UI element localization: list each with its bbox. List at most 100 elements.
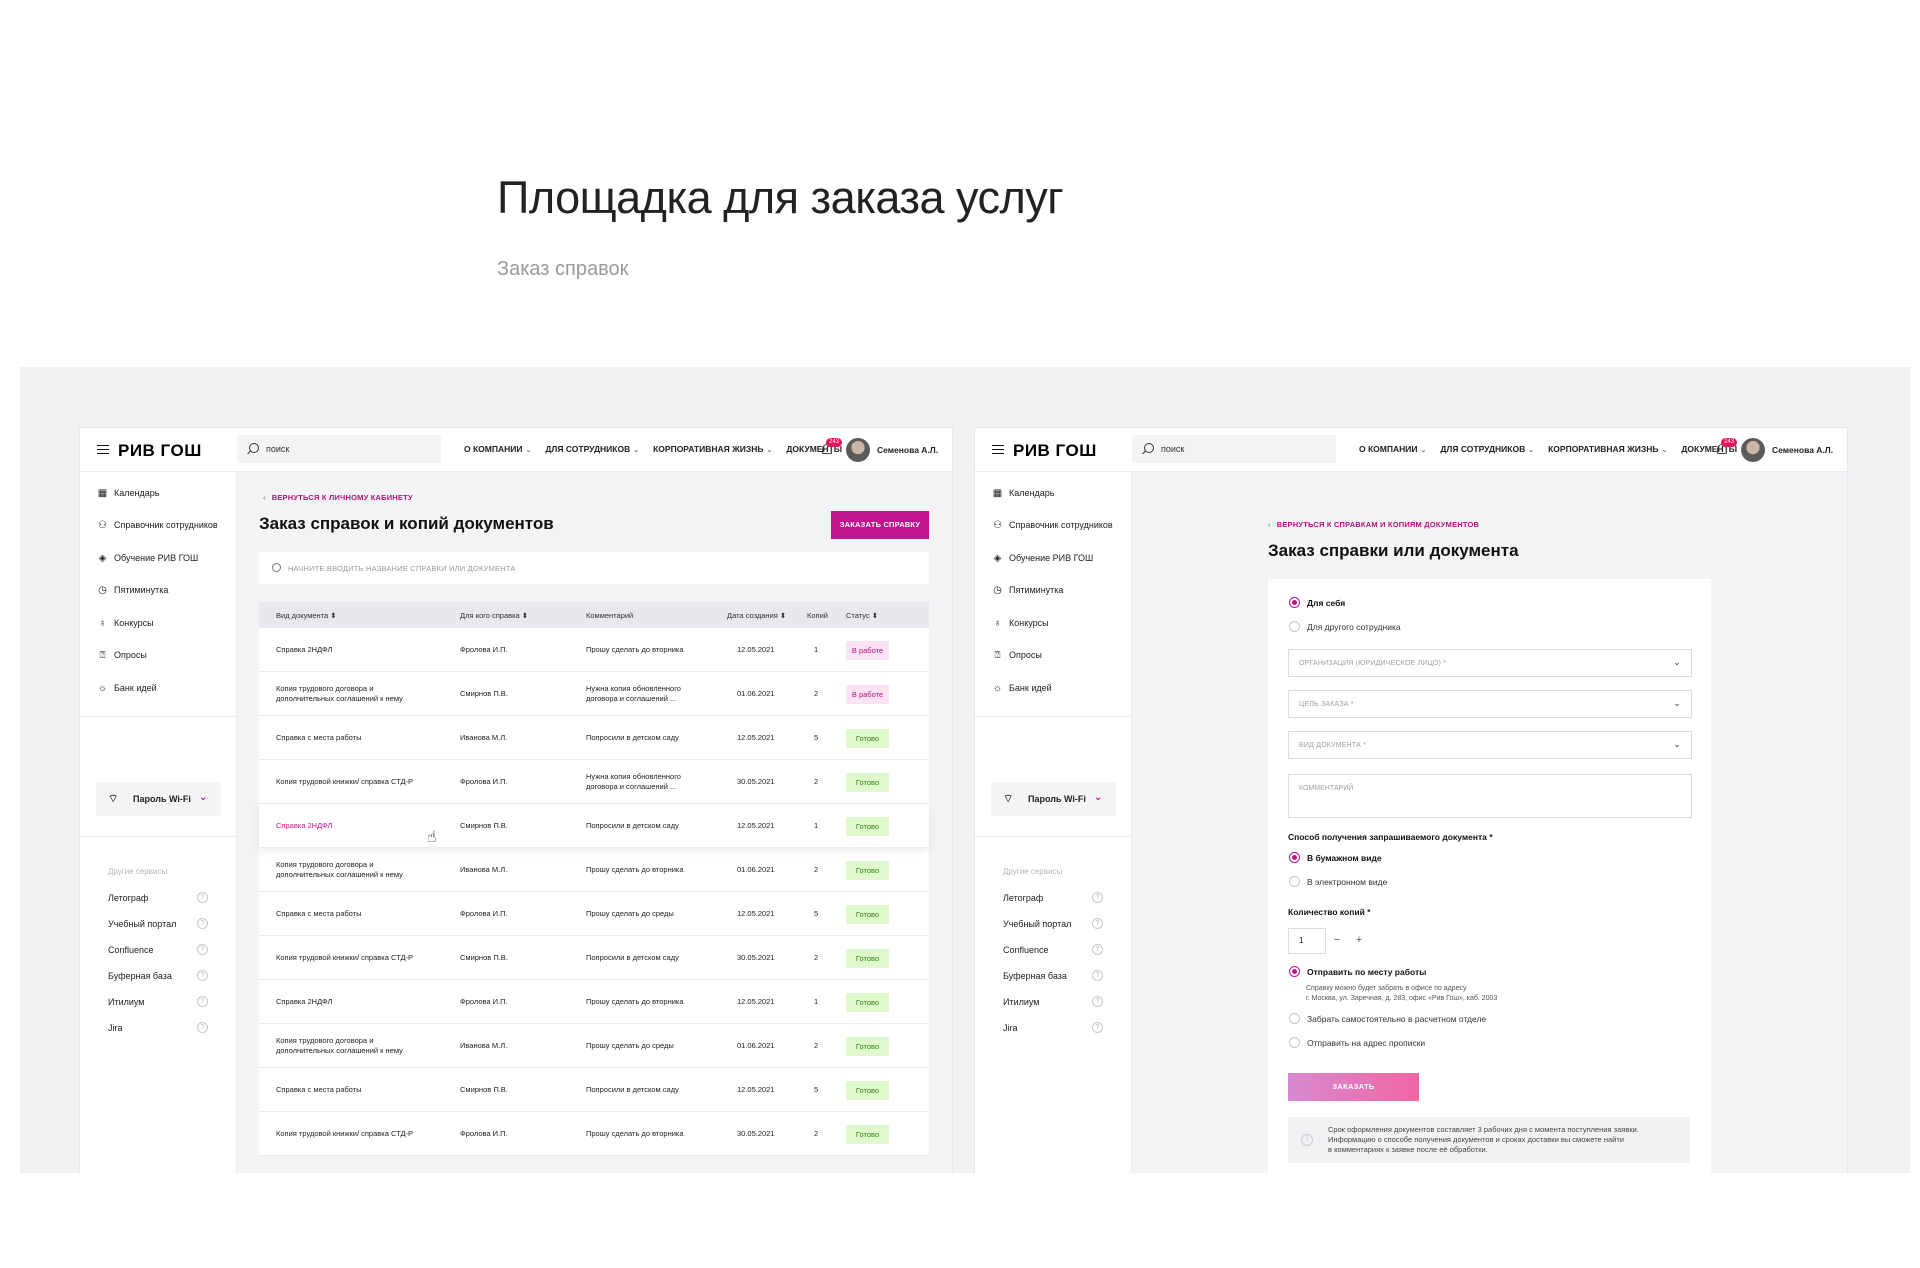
info-text: Срок оформления документов составляет 3 … bbox=[1328, 1125, 1678, 1155]
sidebar-item-directory[interactable]: ⚇ Справочник сотрудников bbox=[97, 518, 218, 532]
help-icon[interactable]: ? bbox=[1092, 944, 1103, 955]
table-row[interactable]: Копия трудовой книжки/ справка СТД-Р Фрол… bbox=[259, 760, 929, 804]
username[interactable]: Семенова А.Л. bbox=[1772, 445, 1833, 455]
other-service-item[interactable]: Учебный портал? bbox=[108, 918, 211, 929]
document-type-select[interactable]: ВИД ДОКУМЕНТА * ⌄ bbox=[1288, 731, 1692, 759]
search-input[interactable]: поиск bbox=[237, 435, 441, 463]
radio-paper[interactable]: В бумажном виде bbox=[1289, 852, 1382, 863]
help-icon[interactable]: ? bbox=[1092, 1022, 1103, 1033]
sidebar-item-training[interactable]: ◈ Обучение РИВ ГОШ bbox=[97, 551, 199, 565]
status-badge: Готово bbox=[846, 1037, 889, 1056]
order-certificate-button[interactable]: ЗАКАЗАТЬ СПРАВКУ bbox=[831, 511, 929, 539]
table-row[interactable]: Справка с места работы Смирнов П.В. Попрос… bbox=[259, 1068, 929, 1112]
table-search-input[interactable]: НАЧНИТЕ ВВОДИТЬ НАЗВАНИЕ СПРАВКИ ИЛИ ДОК… bbox=[259, 552, 929, 584]
notifications-button[interactable]: 243 bbox=[1716, 438, 1738, 456]
other-service-item[interactable]: Итилиум? bbox=[108, 996, 211, 1007]
sidebar-item-contests[interactable]: ♁ Конкурсы bbox=[97, 616, 154, 630]
radio-send-home[interactable]: Отправить на адрес прописки bbox=[1289, 1037, 1425, 1048]
other-service-item[interactable]: Итилиум? bbox=[1003, 996, 1106, 1007]
wifi-password-dropdown[interactable]: ⌔ Пароль Wi-Fi ⌄ bbox=[991, 782, 1116, 816]
sidebar-item-five-minute[interactable]: ◷ Пятиминутка bbox=[97, 583, 168, 597]
search-icon bbox=[1144, 443, 1154, 453]
nav-item-employees[interactable]: ДЛЯ СОТРУДНИКОВ ⌄ bbox=[1440, 444, 1534, 454]
submit-order-button[interactable]: ЗАКАЗАТЬ bbox=[1288, 1073, 1419, 1101]
help-icon[interactable]: ? bbox=[197, 1022, 208, 1033]
sidebar-item-polls[interactable]: ⍰ Опросы bbox=[992, 648, 1042, 662]
help-icon[interactable]: ? bbox=[1092, 996, 1103, 1007]
info-line: Срок оформления документов составляет 3 … bbox=[1328, 1125, 1639, 1134]
help-icon[interactable]: ? bbox=[197, 970, 208, 981]
radio-for-self[interactable]: Для себя bbox=[1289, 597, 1345, 608]
radio-electronic[interactable]: В электронном виде bbox=[1289, 876, 1387, 887]
avatar[interactable] bbox=[1741, 438, 1765, 462]
table-row[interactable]: Справка 2НДФЛ Фролова И.П. Прошу сделать д… bbox=[259, 980, 929, 1024]
wifi-label: Пароль Wi-Fi bbox=[133, 794, 191, 804]
purpose-select[interactable]: ЦЕЛЬ ЗАКАЗА * ⌄ bbox=[1288, 690, 1692, 718]
table-row[interactable]: Копия трудового договора и дополнительны… bbox=[259, 848, 929, 892]
sidebar-item-ideas[interactable]: ☼ Банк идей bbox=[992, 681, 1052, 695]
username[interactable]: Семенова А.Л. bbox=[877, 445, 938, 455]
table-row[interactable]: Копия трудовой книжки/ справка СТД-Р Фрол… bbox=[259, 1112, 929, 1156]
increment-button[interactable]: + bbox=[1348, 928, 1370, 954]
logo[interactable]: РИВ ГОШ bbox=[1013, 441, 1097, 461]
quantity-input[interactable]: 1 bbox=[1288, 928, 1326, 954]
nav-item-company[interactable]: О КОМПАНИИ ⌄ bbox=[1359, 444, 1426, 454]
nav-item-company[interactable]: О КОМПАНИИ ⌄ bbox=[464, 444, 531, 454]
other-service-item[interactable]: Буферная база? bbox=[1003, 970, 1106, 981]
other-service-item[interactable]: Учебный портал? bbox=[1003, 918, 1106, 929]
sidebar-item-polls[interactable]: ⍰ Опросы bbox=[97, 648, 147, 662]
table-row[interactable]: Справка 2НДФЛ Смирнов П.В. Попросили в дет… bbox=[259, 804, 929, 848]
nav-item-corporate[interactable]: КОРПОРАТИВНАЯ ЖИЗНЬ ⌄ bbox=[653, 444, 772, 454]
table-row[interactable]: Копия трудовой книжки/ справка СТД-Р Смир… bbox=[259, 936, 929, 980]
table-row[interactable]: Копия трудового договора и дополнительны… bbox=[259, 1024, 929, 1068]
help-icon[interactable]: ? bbox=[197, 892, 208, 903]
decrement-button[interactable]: − bbox=[1326, 928, 1348, 954]
help-icon[interactable]: ? bbox=[1092, 892, 1103, 903]
sidebar-item-contests[interactable]: ♁ Конкурсы bbox=[992, 616, 1049, 630]
other-service-item[interactable]: Confluence? bbox=[108, 944, 211, 955]
notifications-button[interactable]: 243 bbox=[821, 438, 843, 456]
nav-item-corporate[interactable]: КОРПОРАТИВНАЯ ЖИЗНЬ ⌄ bbox=[1548, 444, 1667, 454]
other-service-item[interactable]: Confluence? bbox=[1003, 944, 1106, 955]
table-row[interactable]: Копия трудового договора и дополнительны… bbox=[259, 672, 929, 716]
menu-icon[interactable] bbox=[992, 445, 1004, 454]
help-icon[interactable]: ? bbox=[197, 996, 208, 1007]
sidebar-item-directory[interactable]: ⚇ Справочник сотрудников bbox=[992, 518, 1113, 532]
help-icon[interactable]: ? bbox=[1092, 970, 1103, 981]
organization-select[interactable]: ОРГАНИЗАЦИЯ (ЮРИДИЧЕСКОЕ ЛИЦО) * ⌄ bbox=[1288, 649, 1692, 677]
nav-item-employees[interactable]: ДЛЯ СОТРУДНИКОВ ⌄ bbox=[545, 444, 639, 454]
sidebar-item-five-minute[interactable]: ◷ Пятиминутка bbox=[992, 583, 1063, 597]
sidebar-item-label: Обучение РИВ ГОШ bbox=[1009, 553, 1094, 563]
wifi-password-dropdown[interactable]: ⌔ Пароль Wi-Fi ⌄ bbox=[96, 782, 221, 816]
radio-for-other[interactable]: Для другого сотрудника bbox=[1289, 621, 1401, 632]
other-service-item[interactable]: Летограф? bbox=[1003, 892, 1106, 903]
avatar[interactable] bbox=[846, 438, 870, 462]
column-header-doc-type[interactable]: Вид документа ⬍ bbox=[276, 611, 337, 620]
other-service-item[interactable]: Буферная база? bbox=[108, 970, 211, 981]
logo[interactable]: РИВ ГОШ bbox=[118, 441, 202, 461]
comment-field[interactable]: КОММЕНТАРИЙ bbox=[1288, 774, 1692, 818]
back-link[interactable]: ‹ ВЕРНУТЬСЯ К ЛИЧНОМУ КАБИНЕТУ bbox=[263, 493, 413, 502]
help-icon[interactable]: ? bbox=[197, 918, 208, 929]
other-service-item[interactable]: Летограф? bbox=[108, 892, 211, 903]
column-header-for-whom[interactable]: Для кого справка ⬍ bbox=[460, 611, 528, 620]
back-link[interactable]: ‹ ВЕРНУТЬСЯ К СПРАВКАМ И КОПИЯМ ДОКУМЕНТО… bbox=[1268, 520, 1479, 529]
other-service-item[interactable]: Jira? bbox=[108, 1022, 211, 1033]
column-header-status[interactable]: Статус ⬍ bbox=[846, 611, 878, 620]
table-row[interactable]: Справка с места работы Фролова И.П. Прошу … bbox=[259, 892, 929, 936]
table-row[interactable]: Справка с места работы Иванова М.Л. Попрос… bbox=[259, 716, 929, 760]
column-header-date[interactable]: Дата создания ⬍ bbox=[727, 611, 786, 620]
sidebar-item-calendar[interactable]: ▦ Календарь bbox=[97, 486, 160, 500]
other-service-item[interactable]: Jira? bbox=[1003, 1022, 1106, 1033]
search-input[interactable]: поиск bbox=[1132, 435, 1336, 463]
menu-icon[interactable] bbox=[97, 445, 109, 454]
help-icon[interactable]: ? bbox=[197, 944, 208, 955]
sidebar-item-training[interactable]: ◈ Обучение РИВ ГОШ bbox=[992, 551, 1094, 565]
radio-pickup[interactable]: Забрать самостоятельно в расчетном отдел… bbox=[1289, 1013, 1486, 1024]
table-row[interactable]: Справка 2НДФЛ Фролова И.П. Прошу сделать д… bbox=[259, 628, 929, 672]
sidebar-item-ideas[interactable]: ☼ Банк идей bbox=[97, 681, 157, 695]
help-icon[interactable]: ? bbox=[1092, 918, 1103, 929]
radio-send-to-work[interactable]: Отправить по месту работы bbox=[1289, 966, 1426, 977]
cell-copies: 2 bbox=[814, 865, 819, 874]
sidebar-item-calendar[interactable]: ▦ Календарь bbox=[992, 486, 1055, 500]
